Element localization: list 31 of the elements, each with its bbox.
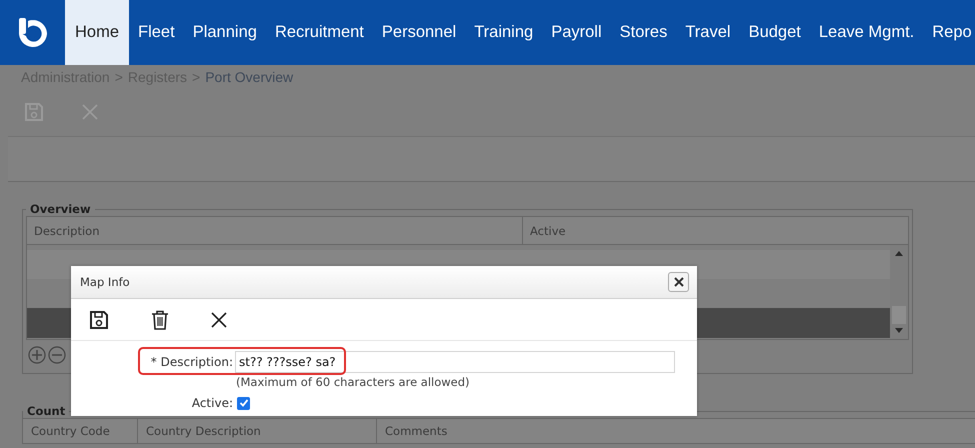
scroll-down-icon[interactable] [895,328,903,333]
nav-tab[interactable]: Home [65,0,130,65]
close-icon[interactable] [211,312,227,328]
nav-tab[interactable]: Recruitment [266,0,373,65]
nav-tab[interactable]: Personnel [372,0,466,65]
breadcrumb-item: > [114,68,123,84]
section-title: Overview [29,202,92,216]
nav-tab[interactable]: Fleet [129,0,184,65]
breadcrumb-item: > [192,68,200,84]
nav-tab[interactable]: Training [465,0,542,65]
field-label: Active: [190,396,234,410]
field-label: * Description: [150,355,234,369]
nav-tab[interactable]: Planning [184,0,266,65]
remove-icon[interactable] [48,346,66,364]
add-icon[interactable] [28,346,46,364]
scroll-up-icon[interactable] [895,251,903,256]
nav-tab[interactable]: Leave Mgmt. [810,0,924,65]
trash-icon[interactable] [151,310,169,330]
dialog-title: Map Info [80,275,130,289]
description-field[interactable]: st?? ???sse? sa? [235,351,675,373]
nav-tab[interactable]: Stores [610,0,676,65]
nav-tab[interactable]: Repo [923,0,975,65]
close-button[interactable] [668,272,689,292]
save-icon[interactable] [89,310,109,330]
close-icon [674,277,684,287]
section-title: Count [26,404,66,418]
nav-tab[interactable]: Budget [740,0,810,65]
active-checkbox[interactable] [237,396,250,410]
nav-tab[interactable]: Payroll [542,0,611,65]
hint-text: (Maximum of 60 characters are allowed) [235,375,471,391]
nav-tab[interactable]: Travel [676,0,740,65]
